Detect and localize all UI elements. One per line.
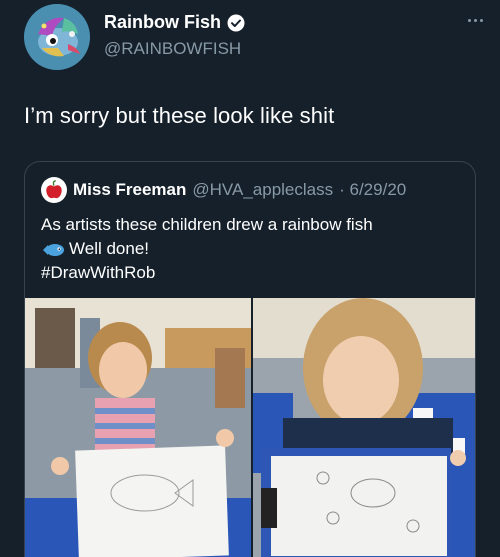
quoted-tweet[interactable]: Miss Freeman @HVA_appleclass · 6/29/20 A… [24, 161, 476, 557]
quoted-date[interactable]: · 6/29/20 [339, 180, 406, 200]
author-display-name[interactable]: Rainbow Fish [104, 12, 245, 33]
quoted-handle[interactable]: @HVA_appleclass [192, 180, 333, 200]
display-name-text: Rainbow Fish [104, 12, 221, 32]
author-block: Rainbow Fish @RAINBOWFISH [104, 12, 245, 59]
photo-girl-with-drawing[interactable] [25, 298, 251, 557]
apple-icon[interactable] [41, 177, 67, 203]
quoted-text-line-2: Well done! [41, 237, 373, 261]
quoted-text-line-1: As artists these children drew a rainbow… [41, 215, 373, 234]
rainbow-fish-avatar[interactable] [24, 4, 90, 70]
verified-badge-icon [227, 14, 245, 32]
quoted-display-name[interactable]: Miss Freeman [73, 180, 186, 200]
quoted-tweet-text: As artists these children drew a rainbow… [41, 213, 373, 285]
quoted-tweet-header: Miss Freeman @HVA_appleclass · 6/29/20 [41, 177, 406, 203]
tweet-text: I’m sorry but these look like shit [24, 103, 335, 128]
tweet[interactable]: Rainbow Fish @RAINBOWFISH I’m sorry but … [0, 0, 500, 557]
hashtag-link[interactable]: #DrawWithRob [41, 261, 373, 285]
fish-emoji-icon [41, 241, 65, 257]
more-options-icon[interactable] [462, 10, 488, 30]
author-handle[interactable]: @RAINBOWFISH [104, 39, 245, 59]
photo-grid [25, 298, 475, 557]
quoted-text-line-2-text: Well done! [69, 239, 150, 258]
photo-girl-with-clipboard[interactable] [253, 298, 475, 557]
